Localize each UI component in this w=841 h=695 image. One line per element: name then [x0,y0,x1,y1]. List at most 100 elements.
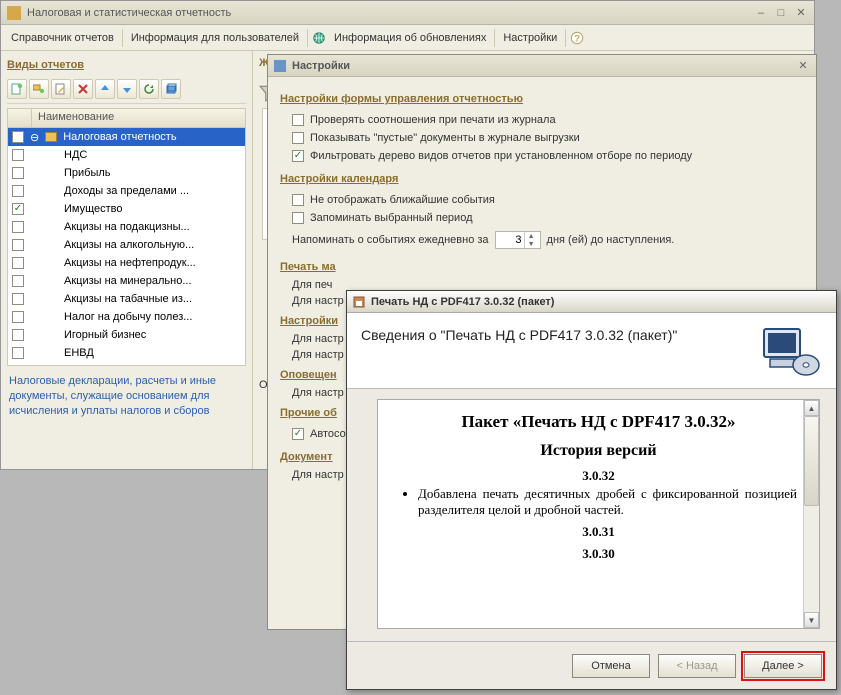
tree-row[interactable]: Акцизы на нефтепродук... [8,254,245,272]
row-checkbox[interactable] [12,149,24,161]
types-pane: Виды отчетов Наименование ⊖ Налоговая отч… [1,51,253,469]
row-checkbox[interactable] [12,257,24,269]
cancel-button[interactable]: Отмена [572,654,650,678]
row-label: Акцизы на минерально... [64,275,192,287]
menu-updates[interactable]: Информация об обновлениях [330,30,490,46]
row-label: Акцизы на нефтепродук... [64,257,196,269]
ver-3-0-31: 3.0.31 [400,524,797,540]
lbl-remember-period: Запоминать выбранный период [310,212,473,224]
tree-row[interactable]: Акцизы на минерально... [8,272,245,290]
next-button[interactable]: Далее > [744,654,822,678]
lbl-autosave: Автосо [310,428,346,440]
minimize-button[interactable]: – [754,6,768,20]
tree-row[interactable]: НДС [8,146,245,164]
row-label: ЕНВД [64,347,94,359]
globe-icon [312,31,326,45]
wizard-title: Печать НД с PDF417 3.0.32 (пакет) [371,296,554,308]
lbl-check-ratios: Проверять соотношения при печати из журн… [310,114,556,126]
types-title: Виды отчетов [7,55,246,77]
ver-3-0-30: 3.0.30 [400,546,797,562]
row-checkbox[interactable] [12,221,24,233]
spin-up-icon[interactable]: ▲ [524,232,538,240]
row-checkbox[interactable] [12,167,24,179]
wizard-titlebar: Печать НД с PDF417 3.0.32 (пакет) [347,291,836,313]
chk-show-empty[interactable] [292,132,304,144]
app-icon [7,6,21,20]
menu-user-info[interactable]: Информация для пользователей [127,30,303,46]
close-button[interactable]: ✕ [794,6,808,20]
installer-wizard: Печать НД с PDF417 3.0.32 (пакет) Сведен… [346,290,837,690]
tb-refresh-icon[interactable] [139,79,159,99]
tree-row[interactable]: Прибыль [8,164,245,182]
scroll-down-icon[interactable]: ▼ [804,612,819,628]
tree-row[interactable]: ⊖ Налоговая отчетность [8,128,245,146]
scroll-up-icon[interactable]: ▲ [804,400,819,416]
tree-row[interactable]: Акцизы на алкогольную... [8,236,245,254]
types-tree[interactable]: ⊖ Налоговая отчетность НДС Прибыль Доходы за… [7,128,246,366]
tree-row[interactable]: ЕНВД [8,344,245,362]
row-label: Акцизы на алкогольную... [64,239,194,251]
row-checkbox[interactable] [12,275,24,287]
menu-settings[interactable]: Настройки [499,30,561,46]
msi-icon [353,296,365,308]
row-checkbox[interactable] [12,293,24,305]
spin-down-icon[interactable]: ▼ [524,240,538,248]
row-checkbox[interactable] [12,329,24,341]
tb-restore-icon[interactable] [161,79,181,99]
changelog-document: Пакет «Печать НД с DPF417 3.0.32» Истори… [377,399,820,629]
col-name[interactable]: Наименование [32,109,245,127]
row-checkbox[interactable] [12,185,24,197]
ver-3-0-32-note: Добавлена печать десятичных дробей с фик… [418,486,797,518]
collapse-icon[interactable]: ⊖ [30,131,39,144]
tb-delete-icon[interactable] [73,79,93,99]
tb-edit-icon[interactable] [51,79,71,99]
folder-icon [45,132,57,142]
wizard-content: Пакет «Печать НД с DPF417 3.0.32» Истори… [347,389,836,641]
row-checkbox[interactable] [12,131,24,143]
maximize-button[interactable]: □ [774,6,788,20]
remind-spinner[interactable]: ▲▼ [495,231,541,249]
remind-value[interactable] [496,234,524,246]
row-label: Имущество [64,203,123,215]
chk-check-ratios[interactable] [292,114,304,126]
row-label: Налог на добычу полез... [64,311,192,323]
wizard-header: Сведения о "Печать НД с PDF417 3.0.32 (п… [347,313,836,389]
row-checkbox[interactable] [12,239,24,251]
tb-new-icon[interactable] [7,79,27,99]
menu-directory[interactable]: Справочник отчетов [7,30,118,46]
title-bar: Налоговая и статистическая отчетность – … [1,1,814,25]
row-checkbox[interactable]: ✓ [12,203,24,215]
chk-autosave[interactable]: ✓ [292,428,304,440]
lbl-hide-events: Не отображать ближайшие события [310,194,495,206]
settings-dialog-title: Настройки [292,60,796,72]
doc-scrollbar[interactable]: ▲ ▼ [803,400,819,628]
tree-row[interactable]: Доходы за пределами ... [8,182,245,200]
tb-up-icon[interactable] [95,79,115,99]
doc-title: Пакет «Печать НД с DPF417 3.0.32» [400,412,797,432]
tree-row[interactable]: Игорный бизнес [8,326,245,344]
svg-text:?: ? [574,33,580,44]
tree-row[interactable]: Акцизы на подакцизны... [8,218,245,236]
chk-hide-events[interactable] [292,194,304,206]
row-checkbox[interactable] [12,311,24,323]
group-print: Печать ма [280,261,804,273]
row-label: Налоговая отчетность [63,131,176,143]
tb-down-icon[interactable] [117,79,137,99]
chk-remember-period[interactable] [292,212,304,224]
types-toolbar [7,77,246,104]
tree-row[interactable]: ✓ Имущество [8,200,245,218]
settings-close-button[interactable]: ✕ [796,59,810,73]
types-footnote: Налоговые декларации, расчеты и иные док… [7,366,246,419]
doc-subtitle: История версий [400,442,797,460]
row-label: Доходы за пределами ... [64,185,189,197]
tree-row[interactable]: Акцизы на табачные из... [8,290,245,308]
row-label: НДС [64,149,87,161]
row-checkbox[interactable] [12,347,24,359]
ver-3-0-32: 3.0.32 [400,468,797,484]
tree-row[interactable]: Налог на добычу полез... [8,308,245,326]
tb-tree-new-icon[interactable] [29,79,49,99]
scroll-thumb[interactable] [804,416,819,506]
help-icon[interactable]: ? [570,31,584,45]
group-form: Настройки формы управления отчетностью [280,93,804,105]
chk-filter-tree[interactable]: ✓ [292,150,304,162]
